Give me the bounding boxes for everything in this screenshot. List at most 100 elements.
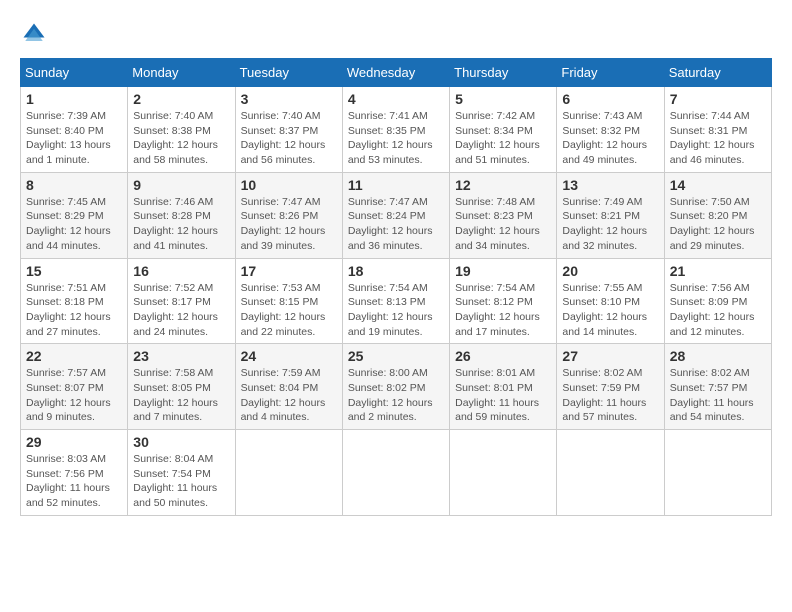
day-number: 5 (455, 91, 551, 107)
cell-content: Sunrise: 7:43 AMSunset: 8:32 PMDaylight:… (562, 109, 658, 168)
cell-content: Sunrise: 7:50 AMSunset: 8:20 PMDaylight:… (670, 195, 766, 254)
day-number: 4 (348, 91, 444, 107)
calendar-cell: 11 Sunrise: 7:47 AMSunset: 8:24 PMDayligh… (342, 172, 449, 258)
cell-content: Sunrise: 7:54 AMSunset: 8:13 PMDaylight:… (348, 281, 444, 340)
day-number: 20 (562, 263, 658, 279)
calendar-cell: 29 Sunrise: 8:03 AMSunset: 7:56 PMDayligh… (21, 430, 128, 516)
cell-content: Sunrise: 8:02 AMSunset: 7:57 PMDaylight:… (670, 366, 766, 425)
day-number: 13 (562, 177, 658, 193)
cell-content: Sunrise: 7:49 AMSunset: 8:21 PMDaylight:… (562, 195, 658, 254)
logo (20, 20, 52, 48)
calendar-cell: 28 Sunrise: 8:02 AMSunset: 7:57 PMDayligh… (664, 344, 771, 430)
page-header (20, 20, 772, 48)
calendar-week-4: 22 Sunrise: 7:57 AMSunset: 8:07 PMDayligh… (21, 344, 772, 430)
cell-content: Sunrise: 8:03 AMSunset: 7:56 PMDaylight:… (26, 452, 122, 511)
calendar-cell: 25 Sunrise: 8:00 AMSunset: 8:02 PMDayligh… (342, 344, 449, 430)
calendar-cell: 12Sunrise: 7:48 AMSunset: 8:23 PMDayligh… (450, 172, 557, 258)
day-number: 14 (670, 177, 766, 193)
calendar-cell: 7 Sunrise: 7:44 AMSunset: 8:31 PMDaylight… (664, 87, 771, 173)
calendar-week-1: 1Sunrise: 7:39 AMSunset: 8:40 PMDaylight… (21, 87, 772, 173)
calendar-cell: 17Sunrise: 7:53 AMSunset: 8:15 PMDayligh… (235, 258, 342, 344)
calendar-cell: 22 Sunrise: 7:57 AMSunset: 8:07 PMDayligh… (21, 344, 128, 430)
calendar-cell: 9Sunrise: 7:46 AMSunset: 8:28 PMDaylight… (128, 172, 235, 258)
calendar-cell (342, 430, 449, 516)
day-number: 28 (670, 348, 766, 364)
cell-content: Sunrise: 7:40 AMSunset: 8:37 PMDaylight:… (241, 109, 337, 168)
calendar-cell: 10Sunrise: 7:47 AMSunset: 8:26 PMDayligh… (235, 172, 342, 258)
cell-content: Sunrise: 7:39 AMSunset: 8:40 PMDaylight:… (26, 109, 122, 168)
day-number: 3 (241, 91, 337, 107)
cell-content: Sunrise: 7:55 AMSunset: 8:10 PMDaylight:… (562, 281, 658, 340)
day-number: 27 (562, 348, 658, 364)
cell-content: Sunrise: 7:51 AMSunset: 8:18 PMDaylight:… (26, 281, 122, 340)
calendar-header-sunday: Sunday (21, 59, 128, 87)
cell-content: Sunrise: 8:04 AMSunset: 7:54 PMDaylight:… (133, 452, 229, 511)
calendar-header-thursday: Thursday (450, 59, 557, 87)
calendar-cell: 14 Sunrise: 7:50 AMSunset: 8:20 PMDayligh… (664, 172, 771, 258)
day-number: 7 (670, 91, 766, 107)
day-number: 25 (348, 348, 444, 364)
day-number: 10 (241, 177, 337, 193)
cell-content: Sunrise: 7:54 AMSunset: 8:12 PMDaylight:… (455, 281, 551, 340)
calendar-table: SundayMondayTuesdayWednesdayThursdayFrid… (20, 58, 772, 516)
day-number: 15 (26, 263, 122, 279)
day-number: 9 (133, 177, 229, 193)
calendar-cell: 18Sunrise: 7:54 AMSunset: 8:13 PMDayligh… (342, 258, 449, 344)
cell-content: Sunrise: 7:53 AMSunset: 8:15 PMDaylight:… (241, 281, 337, 340)
cell-content: Sunrise: 7:58 AMSunset: 8:05 PMDaylight:… (133, 366, 229, 425)
cell-content: Sunrise: 7:56 AMSunset: 8:09 PMDaylight:… (670, 281, 766, 340)
calendar-cell: 15 Sunrise: 7:51 AMSunset: 8:18 PMDayligh… (21, 258, 128, 344)
cell-content: Sunrise: 8:01 AMSunset: 8:01 PMDaylight:… (455, 366, 551, 425)
day-number: 19 (455, 263, 551, 279)
calendar-cell: 1Sunrise: 7:39 AMSunset: 8:40 PMDaylight… (21, 87, 128, 173)
calendar-cell: 13 Sunrise: 7:49 AMSunset: 8:21 PMDayligh… (557, 172, 664, 258)
calendar-cell: 19 Sunrise: 7:54 AMSunset: 8:12 PMDayligh… (450, 258, 557, 344)
calendar-cell: 6 Sunrise: 7:43 AMSunset: 8:32 PMDaylight… (557, 87, 664, 173)
day-number: 2 (133, 91, 229, 107)
calendar-week-3: 15 Sunrise: 7:51 AMSunset: 8:18 PMDayligh… (21, 258, 772, 344)
cell-content: Sunrise: 7:42 AMSunset: 8:34 PMDaylight:… (455, 109, 551, 168)
cell-content: Sunrise: 7:44 AMSunset: 8:31 PMDaylight:… (670, 109, 766, 168)
day-number: 21 (670, 263, 766, 279)
day-number: 22 (26, 348, 122, 364)
calendar-cell (235, 430, 342, 516)
cell-content: Sunrise: 7:47 AMSunset: 8:24 PMDaylight:… (348, 195, 444, 254)
calendar-cell: 27 Sunrise: 8:02 AMSunset: 7:59 PMDayligh… (557, 344, 664, 430)
calendar-week-2: 8Sunrise: 7:45 AMSunset: 8:29 PMDaylight… (21, 172, 772, 258)
calendar-header-row: SundayMondayTuesdayWednesdayThursdayFrid… (21, 59, 772, 87)
day-number: 11 (348, 177, 444, 193)
calendar-cell: 26 Sunrise: 8:01 AMSunset: 8:01 PMDayligh… (450, 344, 557, 430)
calendar-cell: 23 Sunrise: 7:58 AMSunset: 8:05 PMDayligh… (128, 344, 235, 430)
calendar-header-friday: Friday (557, 59, 664, 87)
day-number: 29 (26, 434, 122, 450)
calendar-cell (450, 430, 557, 516)
calendar-body: 1Sunrise: 7:39 AMSunset: 8:40 PMDaylight… (21, 87, 772, 516)
calendar-cell: 20 Sunrise: 7:55 AMSunset: 8:10 PMDayligh… (557, 258, 664, 344)
calendar-cell: 16Sunrise: 7:52 AMSunset: 8:17 PMDayligh… (128, 258, 235, 344)
cell-content: Sunrise: 7:57 AMSunset: 8:07 PMDaylight:… (26, 366, 122, 425)
calendar-cell: 4 Sunrise: 7:41 AMSunset: 8:35 PMDaylight… (342, 87, 449, 173)
calendar-header-saturday: Saturday (664, 59, 771, 87)
calendar-cell (664, 430, 771, 516)
calendar-header-monday: Monday (128, 59, 235, 87)
calendar-cell: 21 Sunrise: 7:56 AMSunset: 8:09 PMDayligh… (664, 258, 771, 344)
calendar-cell: 30Sunrise: 8:04 AMSunset: 7:54 PMDayligh… (128, 430, 235, 516)
day-number: 16 (133, 263, 229, 279)
calendar-cell: 24Sunrise: 7:59 AMSunset: 8:04 PMDayligh… (235, 344, 342, 430)
cell-content: Sunrise: 7:40 AMSunset: 8:38 PMDaylight:… (133, 109, 229, 168)
day-number: 12 (455, 177, 551, 193)
cell-content: Sunrise: 8:02 AMSunset: 7:59 PMDaylight:… (562, 366, 658, 425)
day-number: 24 (241, 348, 337, 364)
calendar-cell: 5 Sunrise: 7:42 AMSunset: 8:34 PMDaylight… (450, 87, 557, 173)
calendar-cell: 3 Sunrise: 7:40 AMSunset: 8:37 PMDaylight… (235, 87, 342, 173)
day-number: 26 (455, 348, 551, 364)
day-number: 6 (562, 91, 658, 107)
logo-icon (20, 20, 48, 48)
cell-content: Sunrise: 8:00 AMSunset: 8:02 PMDaylight:… (348, 366, 444, 425)
calendar-cell: 2 Sunrise: 7:40 AMSunset: 8:38 PMDaylight… (128, 87, 235, 173)
cell-content: Sunrise: 7:41 AMSunset: 8:35 PMDaylight:… (348, 109, 444, 168)
calendar-cell: 8Sunrise: 7:45 AMSunset: 8:29 PMDaylight… (21, 172, 128, 258)
calendar-cell (557, 430, 664, 516)
day-number: 23 (133, 348, 229, 364)
calendar-week-5: 29 Sunrise: 8:03 AMSunset: 7:56 PMDayligh… (21, 430, 772, 516)
